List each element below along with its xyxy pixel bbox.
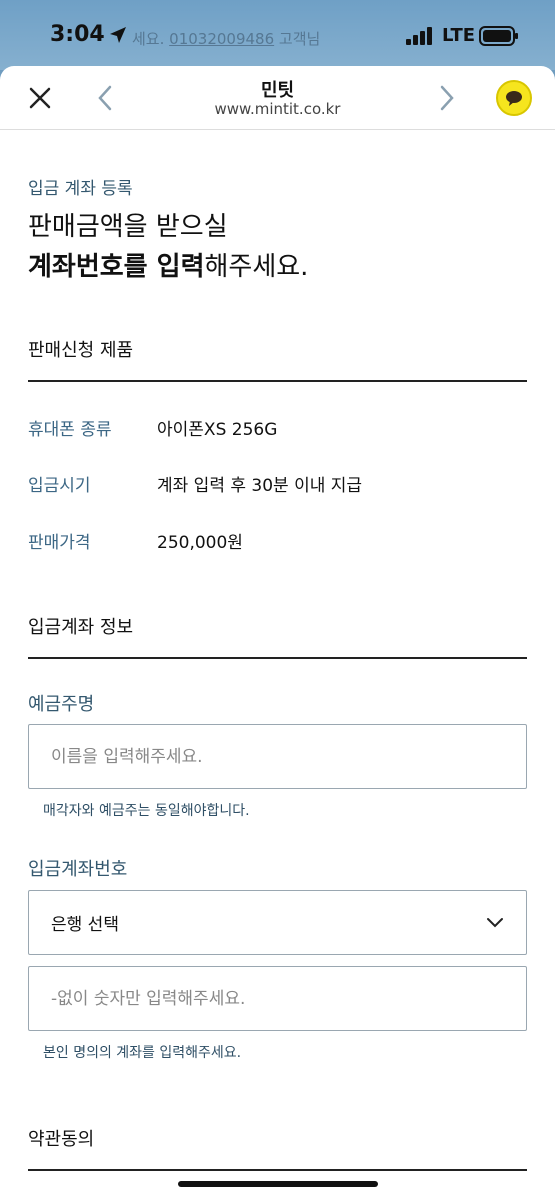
account-number-label: 입금계좌번호 [28, 859, 128, 880]
chat-bubble-icon [506, 91, 522, 106]
forward-chevron-icon[interactable] [436, 84, 458, 112]
depositor-name-input[interactable] [28, 724, 527, 789]
bank-select[interactable]: 은행 선택 [28, 890, 527, 955]
signal-icon [406, 27, 432, 45]
status-bar: 3:04 세요. 01032009486 고객님 LTE [0, 0, 555, 70]
account-hint: 본인 명의의 계좌를 입력해주세요. [43, 1045, 242, 1061]
product-divider [28, 380, 527, 382]
row-label-phone-type: 휴대폰 종류 [28, 420, 112, 440]
browser-url: www.mintit.co.kr [214, 100, 341, 118]
depositor-hint: 매각자와 예금주는 동일해야합니다. [43, 803, 250, 819]
browser-title: 민팃 [260, 80, 295, 101]
status-time: 3:04 [50, 22, 105, 47]
headline-line2: 계좌번호를 입력해주세요. [28, 248, 308, 286]
row-value-deposit-time: 계좌 입력 후 30분 이내 지급 [157, 476, 363, 496]
terms-section-title: 약관동의 [28, 1129, 95, 1150]
browser-sheet: 민팃 www.mintit.co.kr 입금 계좌 등록 판매금액을 받으실 계… [0, 66, 555, 1200]
terms-divider [28, 1169, 527, 1171]
battery-icon [479, 26, 518, 46]
account-number-input[interactable] [28, 966, 527, 1031]
status-banner: 세요. 01032009486 고객님 [132, 28, 320, 49]
browser-navbar: 민팃 www.mintit.co.kr [0, 66, 555, 130]
account-divider [28, 657, 527, 659]
depositor-label: 예금주명 [28, 694, 95, 715]
banner-suffix: 고객님 [278, 30, 321, 48]
product-section-title: 판매신청 제품 [28, 340, 134, 361]
section-label: 입금 계좌 등록 [28, 179, 133, 199]
banner-text: 세요. [132, 30, 165, 48]
row-value-price: 250,000원 [157, 533, 243, 553]
location-arrow-icon [110, 27, 126, 43]
home-indicator [178, 1181, 378, 1187]
account-section-title: 입금계좌 정보 [28, 617, 134, 638]
chevron-down-icon [487, 917, 503, 927]
row-value-phone-type: 아이폰XS 256G [157, 420, 278, 440]
bank-select-value: 은행 선택 [51, 915, 119, 935]
headline-line1: 판매금액을 받으실 [28, 212, 228, 242]
network-type: LTE [442, 25, 476, 46]
row-label-price: 판매가격 [28, 533, 91, 553]
banner-phone: 01032009486 [169, 30, 275, 48]
headline-bold: 계좌번호를 입력 [28, 252, 205, 282]
row-label-deposit-time: 입금시기 [28, 476, 91, 496]
kakao-chat-button[interactable] [496, 80, 532, 116]
headline-rest: 해주세요. [204, 252, 309, 282]
